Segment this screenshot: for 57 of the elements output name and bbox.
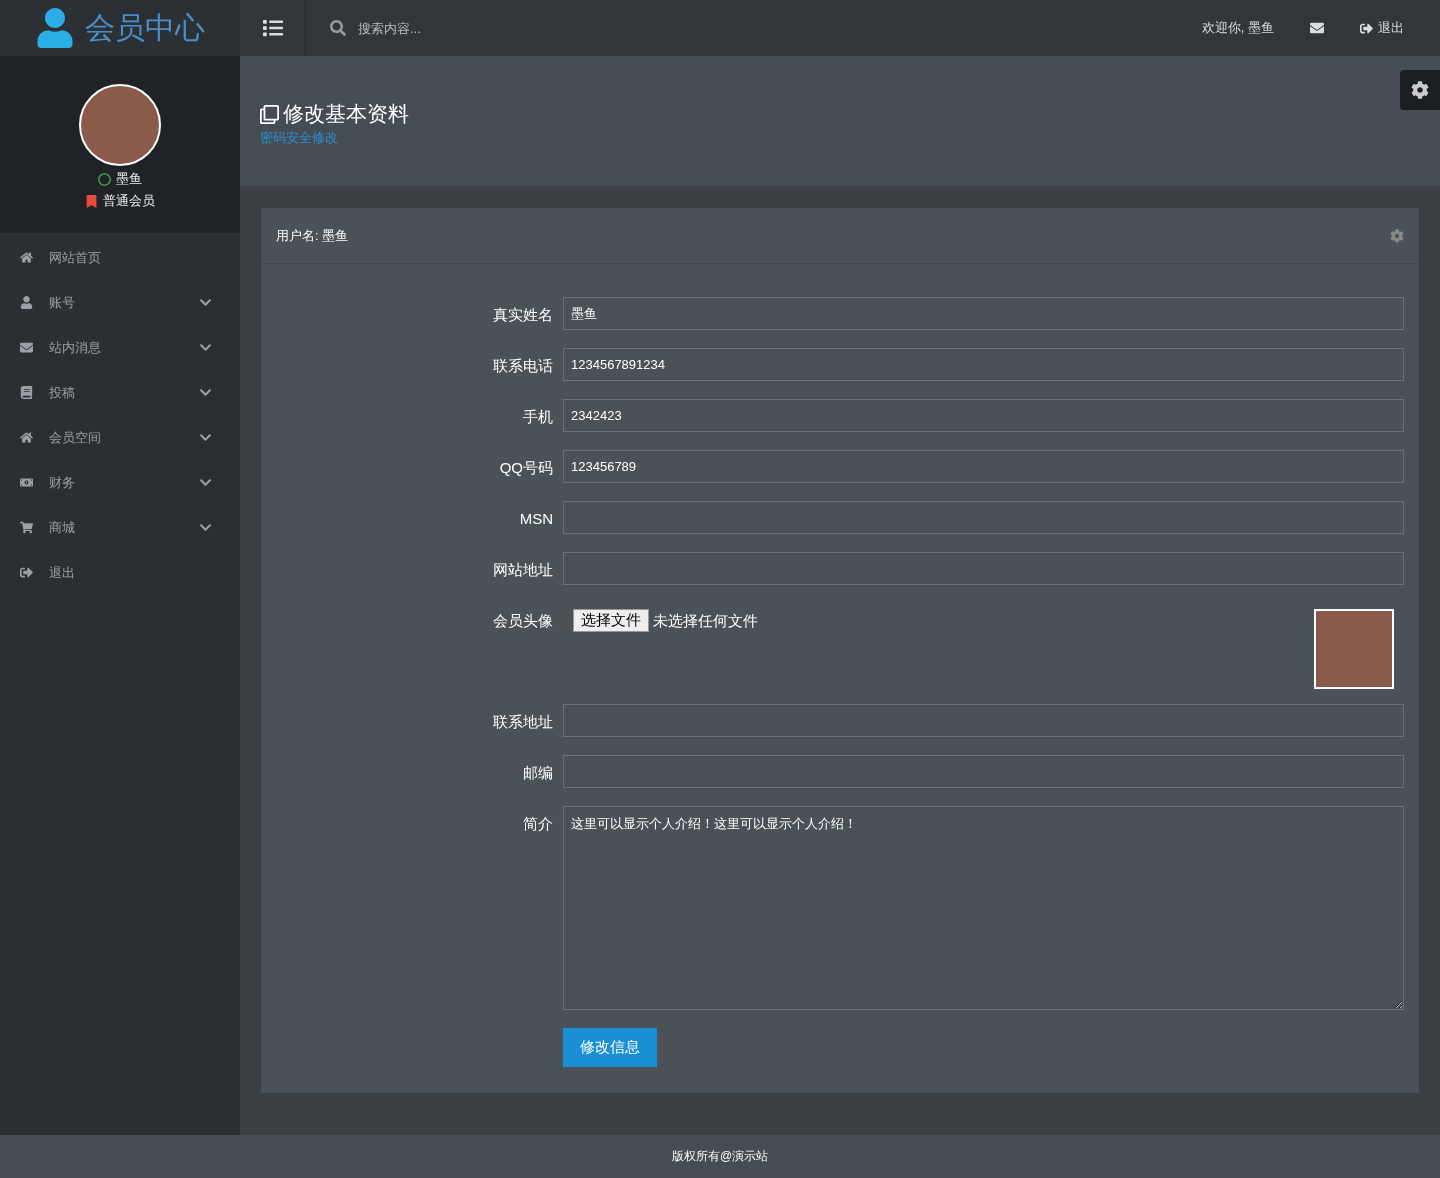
sidebar-item[interactable]: 商城 bbox=[0, 505, 240, 550]
field-label: 联系电话 bbox=[492, 356, 553, 376]
logout-icon bbox=[20, 566, 33, 579]
logout-link[interactable]: 退出 bbox=[1360, 19, 1404, 37]
text-field[interactable] bbox=[563, 552, 1404, 585]
text-field[interactable] bbox=[563, 704, 1404, 737]
bookmark-icon bbox=[85, 194, 98, 208]
sidebar-item[interactable]: 投稿 bbox=[0, 370, 240, 415]
field-label: QQ号码 bbox=[498, 458, 553, 478]
user-icon bbox=[35, 8, 75, 48]
field-label: 联系地址 bbox=[492, 712, 553, 732]
text-field[interactable]: 1234567891234 bbox=[563, 348, 1404, 381]
logout-icon bbox=[1360, 21, 1373, 35]
user-name: 墨鱼 bbox=[116, 170, 142, 188]
text-field[interactable] bbox=[563, 755, 1404, 788]
sidebar-item[interactable]: 会员空间 bbox=[0, 415, 240, 460]
sidebar-item[interactable]: 网站首页 bbox=[0, 235, 240, 280]
text-field[interactable]: 123456789 bbox=[563, 450, 1404, 483]
sidebar-item[interactable]: 退出 bbox=[0, 550, 240, 595]
logo-text: 会员中心 bbox=[85, 9, 205, 46]
file-status: 未选择任何文件 bbox=[653, 611, 759, 631]
text-field[interactable]: 墨鱼 bbox=[563, 297, 1404, 330]
copyright-text: 版权所有@演示站 bbox=[671, 1148, 769, 1165]
settings-icon bbox=[1411, 81, 1429, 99]
search-icon bbox=[330, 20, 346, 36]
field-label: 网站地址 bbox=[492, 560, 553, 580]
text-field[interactable] bbox=[563, 501, 1404, 534]
list-icon bbox=[262, 18, 283, 38]
envelope-icon bbox=[20, 341, 33, 354]
panel-title: 用户名: 墨鱼 bbox=[276, 226, 349, 245]
cart-icon bbox=[20, 521, 33, 534]
textarea-field[interactable]: 这里可以显示个人介绍！这里可以显示个人介绍！ bbox=[563, 806, 1404, 1010]
banknote-icon bbox=[20, 476, 33, 489]
field-label: 真实姓名 bbox=[492, 305, 553, 325]
settings-icon[interactable] bbox=[1390, 228, 1404, 243]
field-label: 邮编 bbox=[522, 763, 553, 783]
welcome-link[interactable]: 欢迎你, 墨鱼 bbox=[1201, 19, 1274, 37]
field-label: MSN bbox=[518, 509, 553, 529]
search-field[interactable]: 搜索内容... bbox=[356, 19, 556, 37]
member-level: 普通会员 bbox=[103, 192, 155, 210]
envelope-icon[interactable] bbox=[1310, 21, 1324, 35]
page-title: 修改基本资料 bbox=[260, 100, 1420, 128]
field-label: 简介 bbox=[522, 814, 553, 834]
home-icon bbox=[20, 431, 33, 444]
sidebar-item[interactable]: 站内消息 bbox=[0, 325, 240, 370]
sidebar-item[interactable]: 财务 bbox=[0, 460, 240, 505]
choose-file-button[interactable]: 选择文件 bbox=[573, 609, 649, 632]
home-icon bbox=[20, 251, 33, 264]
field-label: 会员头像 bbox=[492, 611, 553, 631]
copy-icon bbox=[260, 104, 279, 124]
sidebar-item[interactable]: 账号 bbox=[0, 280, 240, 325]
settings-button[interactable] bbox=[1400, 70, 1440, 110]
user-icon bbox=[20, 296, 33, 309]
book-icon bbox=[20, 386, 33, 399]
field-label: 手机 bbox=[522, 407, 553, 427]
text-field[interactable]: 2342423 bbox=[563, 399, 1404, 432]
submit-button[interactable]: 修改信息 bbox=[563, 1028, 657, 1067]
